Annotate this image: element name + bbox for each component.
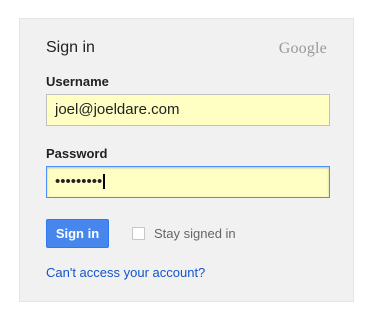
username-label: Username (46, 74, 109, 89)
stay-signed-in-checkbox[interactable] (132, 226, 145, 240)
sign-in-card: Sign in Google Username joel@joeldare.co… (19, 18, 354, 302)
sign-in-button[interactable]: Sign in (46, 219, 109, 248)
password-masked-value: ••••••••• (55, 173, 103, 190)
text-cursor (103, 173, 106, 189)
username-field[interactable]: joel@joeldare.com (46, 94, 330, 126)
google-logo: Google (278, 40, 327, 57)
cant-access-account-link[interactable]: Can't access your account? (46, 265, 205, 280)
password-label: Password (46, 146, 108, 161)
sign-in-title: Sign in (46, 39, 95, 56)
stay-signed-in-label[interactable]: Stay signed in (154, 226, 236, 241)
password-field[interactable]: ••••••••• (46, 166, 330, 198)
stay-signed-in-option[interactable]: Stay signed in (132, 225, 236, 241)
username-value: joel@joeldare.com (55, 101, 180, 118)
